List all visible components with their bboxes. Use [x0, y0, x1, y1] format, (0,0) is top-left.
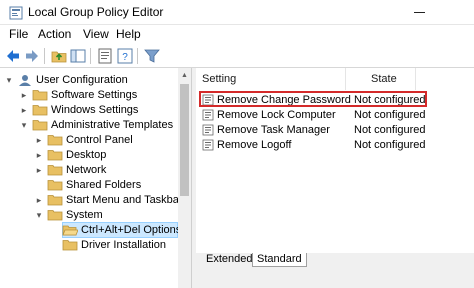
settings-list: Setting State Remove Change Password Not … [196, 68, 474, 253]
tree-item-label: Windows Settings [51, 104, 139, 116]
tree-item[interactable]: ▾ System [0, 208, 178, 223]
setting-name: Remove Logoff [217, 139, 292, 151]
tree-item[interactable]: ▾ Administrative Templates [0, 118, 178, 133]
menu-help[interactable]: Help [116, 27, 141, 41]
tree-item[interactable]: ▸ Software Settings [0, 88, 178, 103]
menu-bar: File Action View Help [0, 25, 474, 44]
tree-item[interactable]: ▾ User Configuration [0, 73, 178, 88]
toolbar-separator [90, 48, 91, 64]
toolbar-separator [44, 48, 45, 64]
setting-state: Not configured [354, 139, 426, 151]
tree-item[interactable]: ▸ Desktop [0, 148, 178, 163]
chevron-right-icon[interactable]: ▸ [34, 149, 44, 161]
tree-item[interactable]: ▸ Start Menu and Taskbar [0, 193, 183, 208]
chevron-down-icon[interactable]: ▾ [19, 119, 29, 131]
highlight-box [199, 91, 427, 107]
tab-extended[interactable]: Extended [202, 253, 256, 267]
tree-item-label: Software Settings [51, 89, 138, 101]
filter-icon[interactable] [143, 47, 161, 65]
tree-scrollbar[interactable]: ▲ [178, 68, 191, 288]
policy-setting-icon [202, 124, 214, 136]
tree-item-label: Desktop [66, 149, 107, 161]
window-title: Local Group Policy Editor [28, 5, 164, 19]
toolbar-separator [137, 48, 138, 64]
tree-item[interactable]: ▸ Control Panel [0, 133, 178, 148]
show-hide-tree-icon[interactable] [69, 47, 87, 65]
tree-item-label: System [66, 209, 103, 221]
chevron-right-icon[interactable]: ▸ [34, 194, 44, 206]
setting-state: Not configured [354, 109, 426, 121]
title-bar: Local Group Policy Editor [0, 0, 474, 25]
tree-item[interactable]: Ctrl+Alt+Del Options [0, 222, 182, 238]
properties-icon[interactable] [96, 47, 114, 65]
scrollbar-thumb[interactable] [180, 84, 189, 196]
tree-item[interactable]: ▸ Windows Settings [0, 103, 178, 118]
list-item[interactable]: Remove Logoff Not configured [196, 137, 474, 153]
list-item[interactable]: Remove Task Manager Not configured [196, 122, 474, 138]
svg-text:?: ? [122, 52, 128, 63]
chevron-right-icon[interactable]: ▸ [19, 89, 29, 101]
setting-state: Not configured [354, 124, 426, 136]
tree-item-label: Ctrl+Alt+Del Options [81, 224, 182, 236]
scroll-up-icon[interactable]: ▲ [181, 72, 188, 79]
menu-view[interactable]: View [83, 27, 109, 41]
chevron-down-icon[interactable]: ▾ [34, 209, 44, 221]
tree-item-label: Driver Installation [81, 239, 166, 251]
policy-setting-icon [202, 109, 214, 121]
tree-item[interactable]: Driver Installation [0, 238, 178, 253]
chevron-right-icon[interactable]: ▸ [34, 134, 44, 146]
tree-item-label: Shared Folders [66, 179, 142, 191]
tab-standard[interactable]: Standard [252, 253, 307, 267]
view-tabs: Extended Standard [196, 253, 474, 288]
tree-item-label: User Configuration [36, 74, 128, 86]
setting-name: Remove Task Manager [217, 124, 330, 136]
policy-editor-icon [9, 6, 23, 20]
forward-icon[interactable] [23, 47, 41, 65]
tree-item-label: Network [66, 164, 107, 176]
tree-item[interactable]: Shared Folders [0, 178, 178, 193]
tree-item-label: Start Menu and Taskbar [66, 194, 183, 206]
menu-action[interactable]: Action [38, 27, 71, 41]
tree-item-label: Control Panel [66, 134, 133, 146]
column-header-setting[interactable]: Setting [196, 68, 346, 90]
list-item[interactable]: Remove Lock Computer Not configured [196, 107, 474, 123]
policy-setting-icon [202, 139, 214, 151]
chevron-right-icon[interactable]: ▸ [19, 104, 29, 116]
back-icon[interactable] [4, 47, 22, 65]
minimize-icon[interactable] [414, 12, 425, 13]
tree-pane[interactable]: ▾ User Configuration ▸ Software Settings ▸ Wi… [0, 68, 192, 288]
up-folder-icon[interactable] [50, 47, 68, 65]
tree-item-label: Administrative Templates [51, 119, 174, 131]
chevron-right-icon[interactable]: ▸ [34, 164, 44, 176]
menu-file[interactable]: File [9, 27, 28, 41]
column-header-state[interactable]: State [346, 68, 416, 90]
chevron-down-icon[interactable]: ▾ [4, 74, 14, 86]
setting-name: Remove Lock Computer [217, 109, 336, 121]
toolbar: ? [0, 44, 474, 68]
help-icon[interactable]: ? [116, 47, 134, 65]
tree-item[interactable]: ▸ Network [0, 163, 178, 178]
